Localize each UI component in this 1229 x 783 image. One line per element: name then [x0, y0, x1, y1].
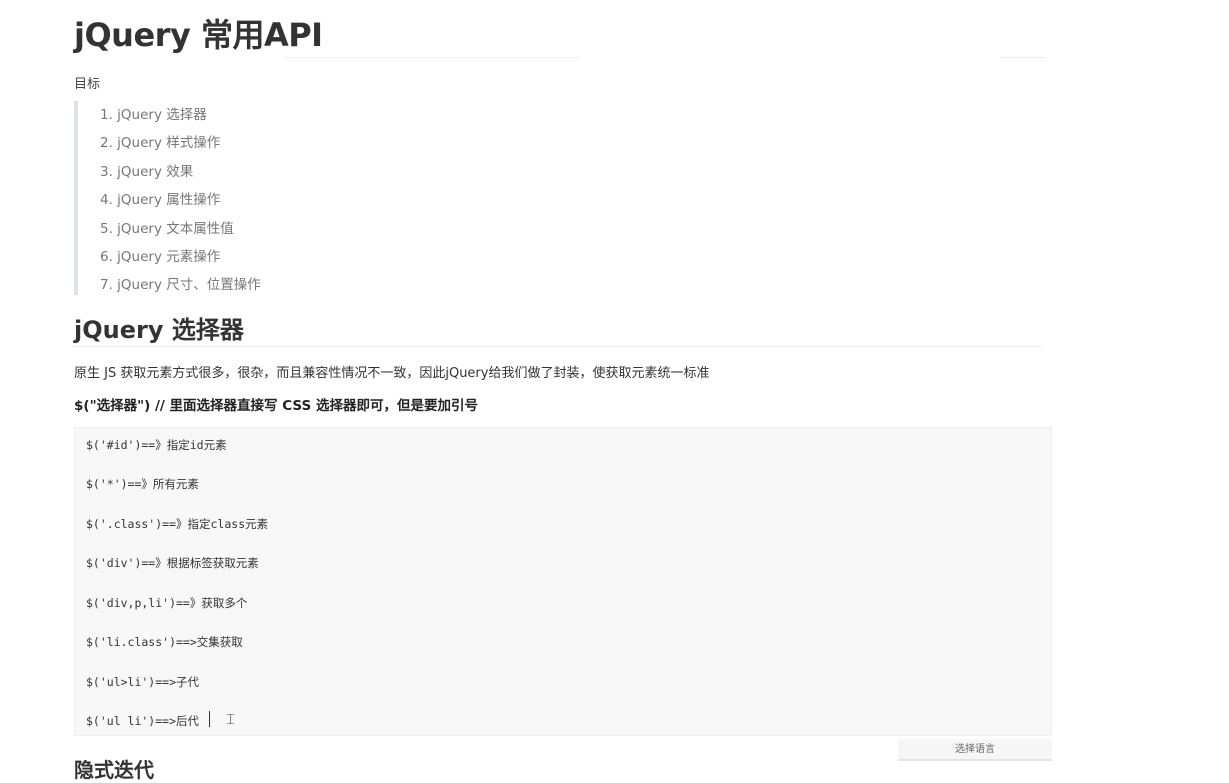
toc-item: 1. jQuery 选择器 [100, 107, 207, 123]
ibeam-cursor-icon: ⌶ [226, 710, 236, 728]
code-line[interactable]: $('#id')==》指定id元素 [86, 437, 227, 453]
title-divider-right [1000, 57, 1046, 58]
page-title: jQuery 常用API [74, 16, 323, 54]
code-line[interactable]: $('ul>li')==>子代 [86, 674, 199, 690]
section-description: 原生 JS 获取元素方式很多，很杂，而且兼容性情况不一致，因此jQuery给我们… [74, 366, 710, 381]
toc-item: 7. jQuery 尺寸、位置操作 [100, 277, 261, 294]
section-heading: jQuery 选择器 [74, 316, 244, 344]
code-line[interactable]: $('.class')==》指定class元素 [86, 516, 268, 532]
selector-note: $("选择器") // 里面选择器直接写 CSS 选择器即可，但是要加引号 [74, 398, 478, 414]
section-divider [74, 346, 1042, 347]
toc-item: 2. jQuery 样式操作 [100, 135, 221, 152]
goal-blockquote-list: 1. jQuery 选择器 2. jQuery 样式操作 3. jQuery 效… [74, 101, 700, 295]
goal-label: 目标 [74, 77, 101, 92]
toc-item: 6. jQuery 元素操作 [100, 248, 221, 265]
toc-item: 3. jQuery 效果 [100, 163, 194, 180]
title-divider [284, 57, 580, 58]
code-line[interactable]: $('*')==》所有元素 [86, 476, 199, 492]
code-block[interactable]: $('#id')==》指定id元素 $('*')==》所有元素 $('.clas… [74, 427, 1052, 736]
code-line[interactable]: $('li.class')==>交集获取 [86, 634, 243, 650]
code-line[interactable]: $('div,p,li')==》获取多个 [86, 595, 247, 611]
language-select[interactable]: 选择语言 [898, 739, 1052, 761]
code-line[interactable]: $('div')==》根据标签获取元素 [86, 555, 259, 571]
text-cursor [209, 711, 210, 727]
code-line[interactable]: $('ul li')==>后代 [86, 713, 199, 729]
next-section-heading: 隐式迭代 [74, 758, 154, 782]
toc-item: 5. jQuery 文本属性值 [100, 220, 234, 237]
toc-item: 4. jQuery 属性操作 [100, 192, 221, 209]
